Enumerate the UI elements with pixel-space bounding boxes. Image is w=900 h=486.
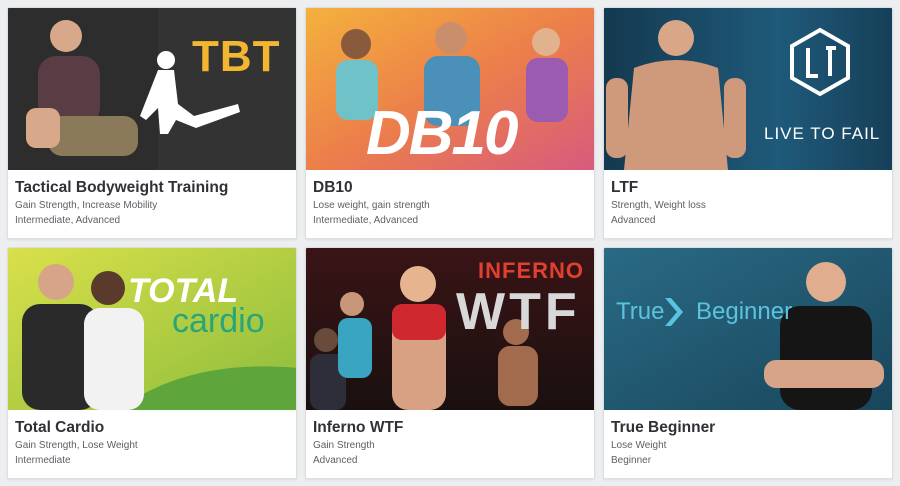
program-card-tbt[interactable]: TBT Tactical Bodyweight Training Gain St…: [7, 7, 297, 239]
program-card-db10[interactable]: DB10 DB10 Lose weight, gain strength Int…: [305, 7, 595, 239]
total-cardio-logo-line2: cardio: [172, 302, 265, 340]
program-goals: Strength, Weight loss: [611, 200, 706, 211]
true-logo: True: [616, 298, 665, 325]
program-level: Intermediate, Advanced: [15, 215, 121, 226]
program-title: Inferno WTF: [313, 419, 404, 436]
true-beginner-artwork: [604, 248, 892, 410]
program-level: Advanced: [313, 455, 358, 466]
program-goals: Lose weight, gain strength: [313, 200, 430, 211]
program-thumbnail: DB10: [306, 8, 594, 170]
program-level: Advanced: [611, 215, 656, 226]
program-title: Tactical Bodyweight Training: [15, 179, 229, 196]
program-thumbnail: True Beginner: [604, 248, 892, 410]
program-title: LTF: [611, 179, 639, 196]
program-thumbnail: TBT: [8, 8, 296, 170]
program-title: True Beginner: [611, 419, 716, 436]
program-card-total-cardio[interactable]: TOTAL cardio Total Cardio Gain Strength,…: [7, 247, 297, 479]
program-level: Intermediate, Advanced: [313, 215, 419, 226]
program-goals: Gain Strength: [313, 440, 375, 451]
inferno-logo: INFERNO: [478, 258, 584, 283]
program-thumbnail: TOTAL cardio: [8, 248, 296, 410]
program-title: Total Cardio: [15, 419, 105, 436]
program-thumbnail: INFERNO WTF: [306, 248, 594, 410]
program-level: Beginner: [611, 455, 652, 466]
wtf-logo: WTF: [456, 283, 581, 341]
program-card-inferno-wtf[interactable]: INFERNO WTF Inferno WTF Gain Strength Ad…: [305, 247, 595, 479]
program-title: DB10: [313, 179, 353, 196]
ltf-logo: LIVE TO FAIL: [764, 124, 881, 143]
program-card-ltf[interactable]: LIVE TO FAIL LTF Strength, Weight loss A…: [603, 7, 893, 239]
program-goals: Gain Strength, Lose Weight: [15, 440, 138, 451]
program-level: Intermediate: [15, 455, 71, 466]
ltf-artwork: [604, 8, 892, 170]
program-goals: Lose Weight: [611, 440, 667, 451]
program-card-true-beginner[interactable]: True Beginner True Beginner Lose Weight …: [603, 247, 893, 479]
db10-logo: DB10: [366, 99, 519, 168]
tbt-logo: TBT: [192, 32, 281, 81]
program-goals: Gain Strength, Increase Mobility: [15, 200, 158, 211]
beginner-logo: Beginner: [696, 298, 793, 325]
program-thumbnail: LIVE TO FAIL: [604, 8, 892, 170]
